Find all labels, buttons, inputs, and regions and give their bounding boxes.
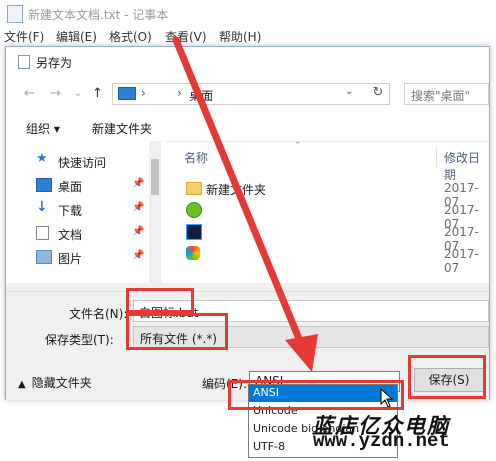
annotation-box-filename bbox=[126, 288, 194, 313]
annotation-box-save bbox=[408, 355, 486, 399]
annotation-box-encoding bbox=[228, 380, 404, 410]
annotation-arrow-shaft bbox=[172, 36, 306, 350]
annotation-arrow-head bbox=[285, 334, 318, 372]
watermark-url: www.yzdn.net bbox=[313, 430, 450, 452]
annotation-box-filetype bbox=[126, 313, 228, 350]
